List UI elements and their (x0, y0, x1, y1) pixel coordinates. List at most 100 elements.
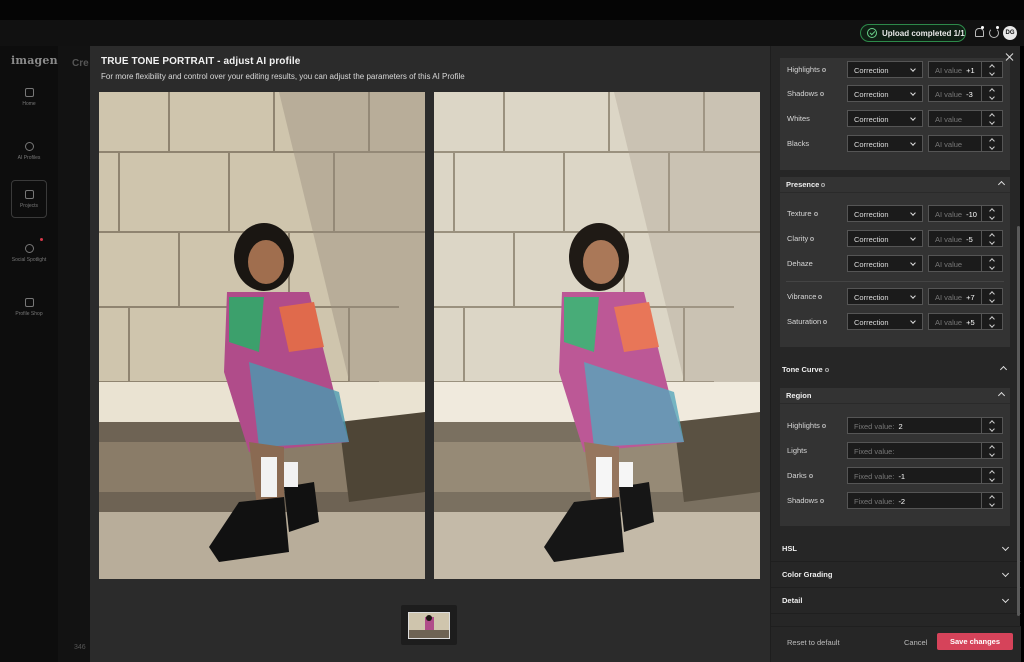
section-title: Detail (782, 596, 803, 605)
home-icon (24, 87, 34, 97)
correction-select[interactable]: Correction (847, 61, 923, 78)
region-row-highlights: Highlights Fixed value: 2 (780, 417, 1010, 435)
sync-icon[interactable] (988, 26, 1000, 39)
adjustment-panel: Highlights Correction AI value +1 Shadows… (770, 46, 1021, 662)
fixed-value-field[interactable]: Fixed value: 2 (847, 417, 982, 434)
ai-value-field[interactable]: AI value -5 (928, 230, 982, 247)
fixed-value-field[interactable]: Fixed value: -1 (847, 467, 982, 484)
ai-value-field[interactable]: AI value +7 (928, 288, 982, 305)
chevron-up-icon[interactable] (999, 365, 1008, 374)
correction-select[interactable]: Correction (847, 205, 923, 222)
region-row-darks: Darks Fixed value: -1 (780, 467, 1010, 485)
chevron-down-icon[interactable] (1001, 595, 1010, 604)
correction-select[interactable]: Correction (847, 255, 923, 272)
chevron-down-icon (910, 115, 916, 121)
value-stepper[interactable] (981, 230, 1003, 247)
value-stepper[interactable] (981, 205, 1003, 222)
correction-select[interactable]: Correction (847, 110, 923, 127)
value-stepper[interactable] (981, 61, 1003, 78)
adjust-row-dehaze: Dehaze Correction AI value (780, 255, 1010, 273)
fixed-value-field[interactable]: Fixed value: -2 (847, 492, 982, 509)
value-stepper[interactable] (981, 417, 1003, 434)
value-stepper[interactable] (981, 255, 1003, 272)
modal-title: TRUE TONE PORTRAIT - adjust AI profile (101, 56, 301, 67)
sidebar-item-label: Social Spotlight (11, 256, 47, 263)
value-stepper[interactable] (981, 492, 1003, 509)
correction-select[interactable]: Correction (847, 85, 923, 102)
cancel-button[interactable]: Cancel (904, 638, 927, 647)
reset-to-default-button[interactable]: Reset to default (787, 638, 840, 647)
adjust-row-whites: Whites Correction AI value (780, 110, 1010, 128)
ai-value-field[interactable]: AI value (928, 110, 982, 127)
close-icon[interactable] (1005, 52, 1015, 62)
value-stepper[interactable] (981, 442, 1003, 459)
region-group: Region Highlights Fixed value: 2 Lights F… (780, 388, 1010, 526)
row-label: Highlights (787, 421, 826, 430)
section-color-grading[interactable]: Color Grading (771, 562, 1021, 588)
upload-status-pill[interactable]: Upload completed 1/1 (860, 24, 966, 42)
sidebar-item-profile-shop[interactable]: Profile Shop (11, 288, 47, 326)
projects-icon (24, 189, 34, 199)
adjust-row-texture: Texture Correction AI value -10 (780, 205, 1010, 223)
ai-value-field[interactable]: AI value -10 (928, 205, 982, 222)
chevron-down-icon[interactable] (1001, 543, 1010, 552)
value-stepper[interactable] (981, 110, 1003, 127)
adjust-profile-modal: TRUE TONE PORTRAIT - adjust AI profile F… (90, 46, 1021, 662)
tone-curve-header[interactable]: Tone Curve (771, 358, 1021, 380)
sidebar-item-label: Home (22, 100, 36, 107)
chevron-down-icon (910, 90, 916, 96)
value-stepper[interactable] (981, 288, 1003, 305)
sidebar-item-social-spotlight[interactable]: Social Spotlight (11, 234, 47, 272)
ai-value-field[interactable]: AI value -3 (928, 85, 982, 102)
sidebar-item-projects[interactable]: Projects (11, 180, 47, 218)
panel-footer: Reset to default Cancel Save changes (771, 626, 1021, 662)
presence-group: Presence Texture Correction AI value -10 … (780, 177, 1010, 347)
correction-select[interactable]: Correction (847, 288, 923, 305)
section-hsl[interactable]: HSL (771, 536, 1021, 562)
sidebar-item-label: AI Profiles (17, 154, 41, 161)
save-changes-button[interactable]: Save changes (937, 633, 1013, 650)
correction-select[interactable]: Correction (847, 135, 923, 152)
ai-value-field[interactable]: AI value +5 (928, 313, 982, 330)
section-title: Presence (786, 180, 820, 189)
value-stepper[interactable] (981, 313, 1003, 330)
avatar[interactable]: DG (1003, 26, 1017, 40)
page-title: Cre (72, 58, 89, 69)
sidebar-item-label: Profile Shop (15, 310, 43, 317)
region-header[interactable]: Region (780, 388, 1010, 404)
social-icon (24, 243, 34, 253)
adjust-row-vibrance: Vibrance Correction AI value +7 (780, 288, 1010, 306)
shop-icon (24, 297, 34, 307)
window-topbar (0, 0, 1024, 20)
sidebar-item-ai-profiles[interactable]: AI Profiles (11, 132, 47, 170)
edited-photo-preview (434, 92, 760, 579)
chevron-down-icon (910, 318, 916, 324)
panel-scrollbar[interactable] (1017, 226, 1020, 616)
chevron-up-icon[interactable] (997, 180, 1006, 189)
row-label: Vibrance (787, 292, 823, 301)
ai-value-field[interactable]: AI value (928, 255, 982, 272)
bell-icon[interactable] (973, 26, 985, 39)
correction-select[interactable]: Correction (847, 230, 923, 247)
row-label: Highlights (787, 65, 826, 74)
thumbnail-strip (401, 605, 457, 645)
ai-value-field[interactable]: AI value +1 (928, 61, 982, 78)
adjust-row-blacks: Blacks Correction AI value (780, 135, 1010, 153)
chevron-down-icon[interactable] (1001, 569, 1010, 578)
value-stepper[interactable] (981, 467, 1003, 484)
photo-thumbnail[interactable] (408, 612, 450, 639)
app-main-background: Cre 346 (58, 46, 92, 662)
ai-value-field[interactable]: AI value (928, 135, 982, 152)
presence-header[interactable]: Presence (780, 177, 1010, 193)
fixed-value-field[interactable]: Fixed value: (847, 442, 982, 459)
app-logo[interactable]: imagen (11, 54, 58, 67)
chevron-up-icon[interactable] (997, 391, 1006, 400)
section-title: Tone Curve (782, 365, 823, 374)
value-stepper[interactable] (981, 135, 1003, 152)
section-detail[interactable]: Detail (771, 588, 1021, 614)
sidebar-item-home[interactable]: Home (11, 78, 47, 116)
correction-select[interactable]: Correction (847, 313, 923, 330)
value-stepper[interactable] (981, 85, 1003, 102)
row-label: Darks (787, 471, 813, 480)
adjust-row-highlights: Highlights Correction AI value +1 (780, 61, 1010, 79)
